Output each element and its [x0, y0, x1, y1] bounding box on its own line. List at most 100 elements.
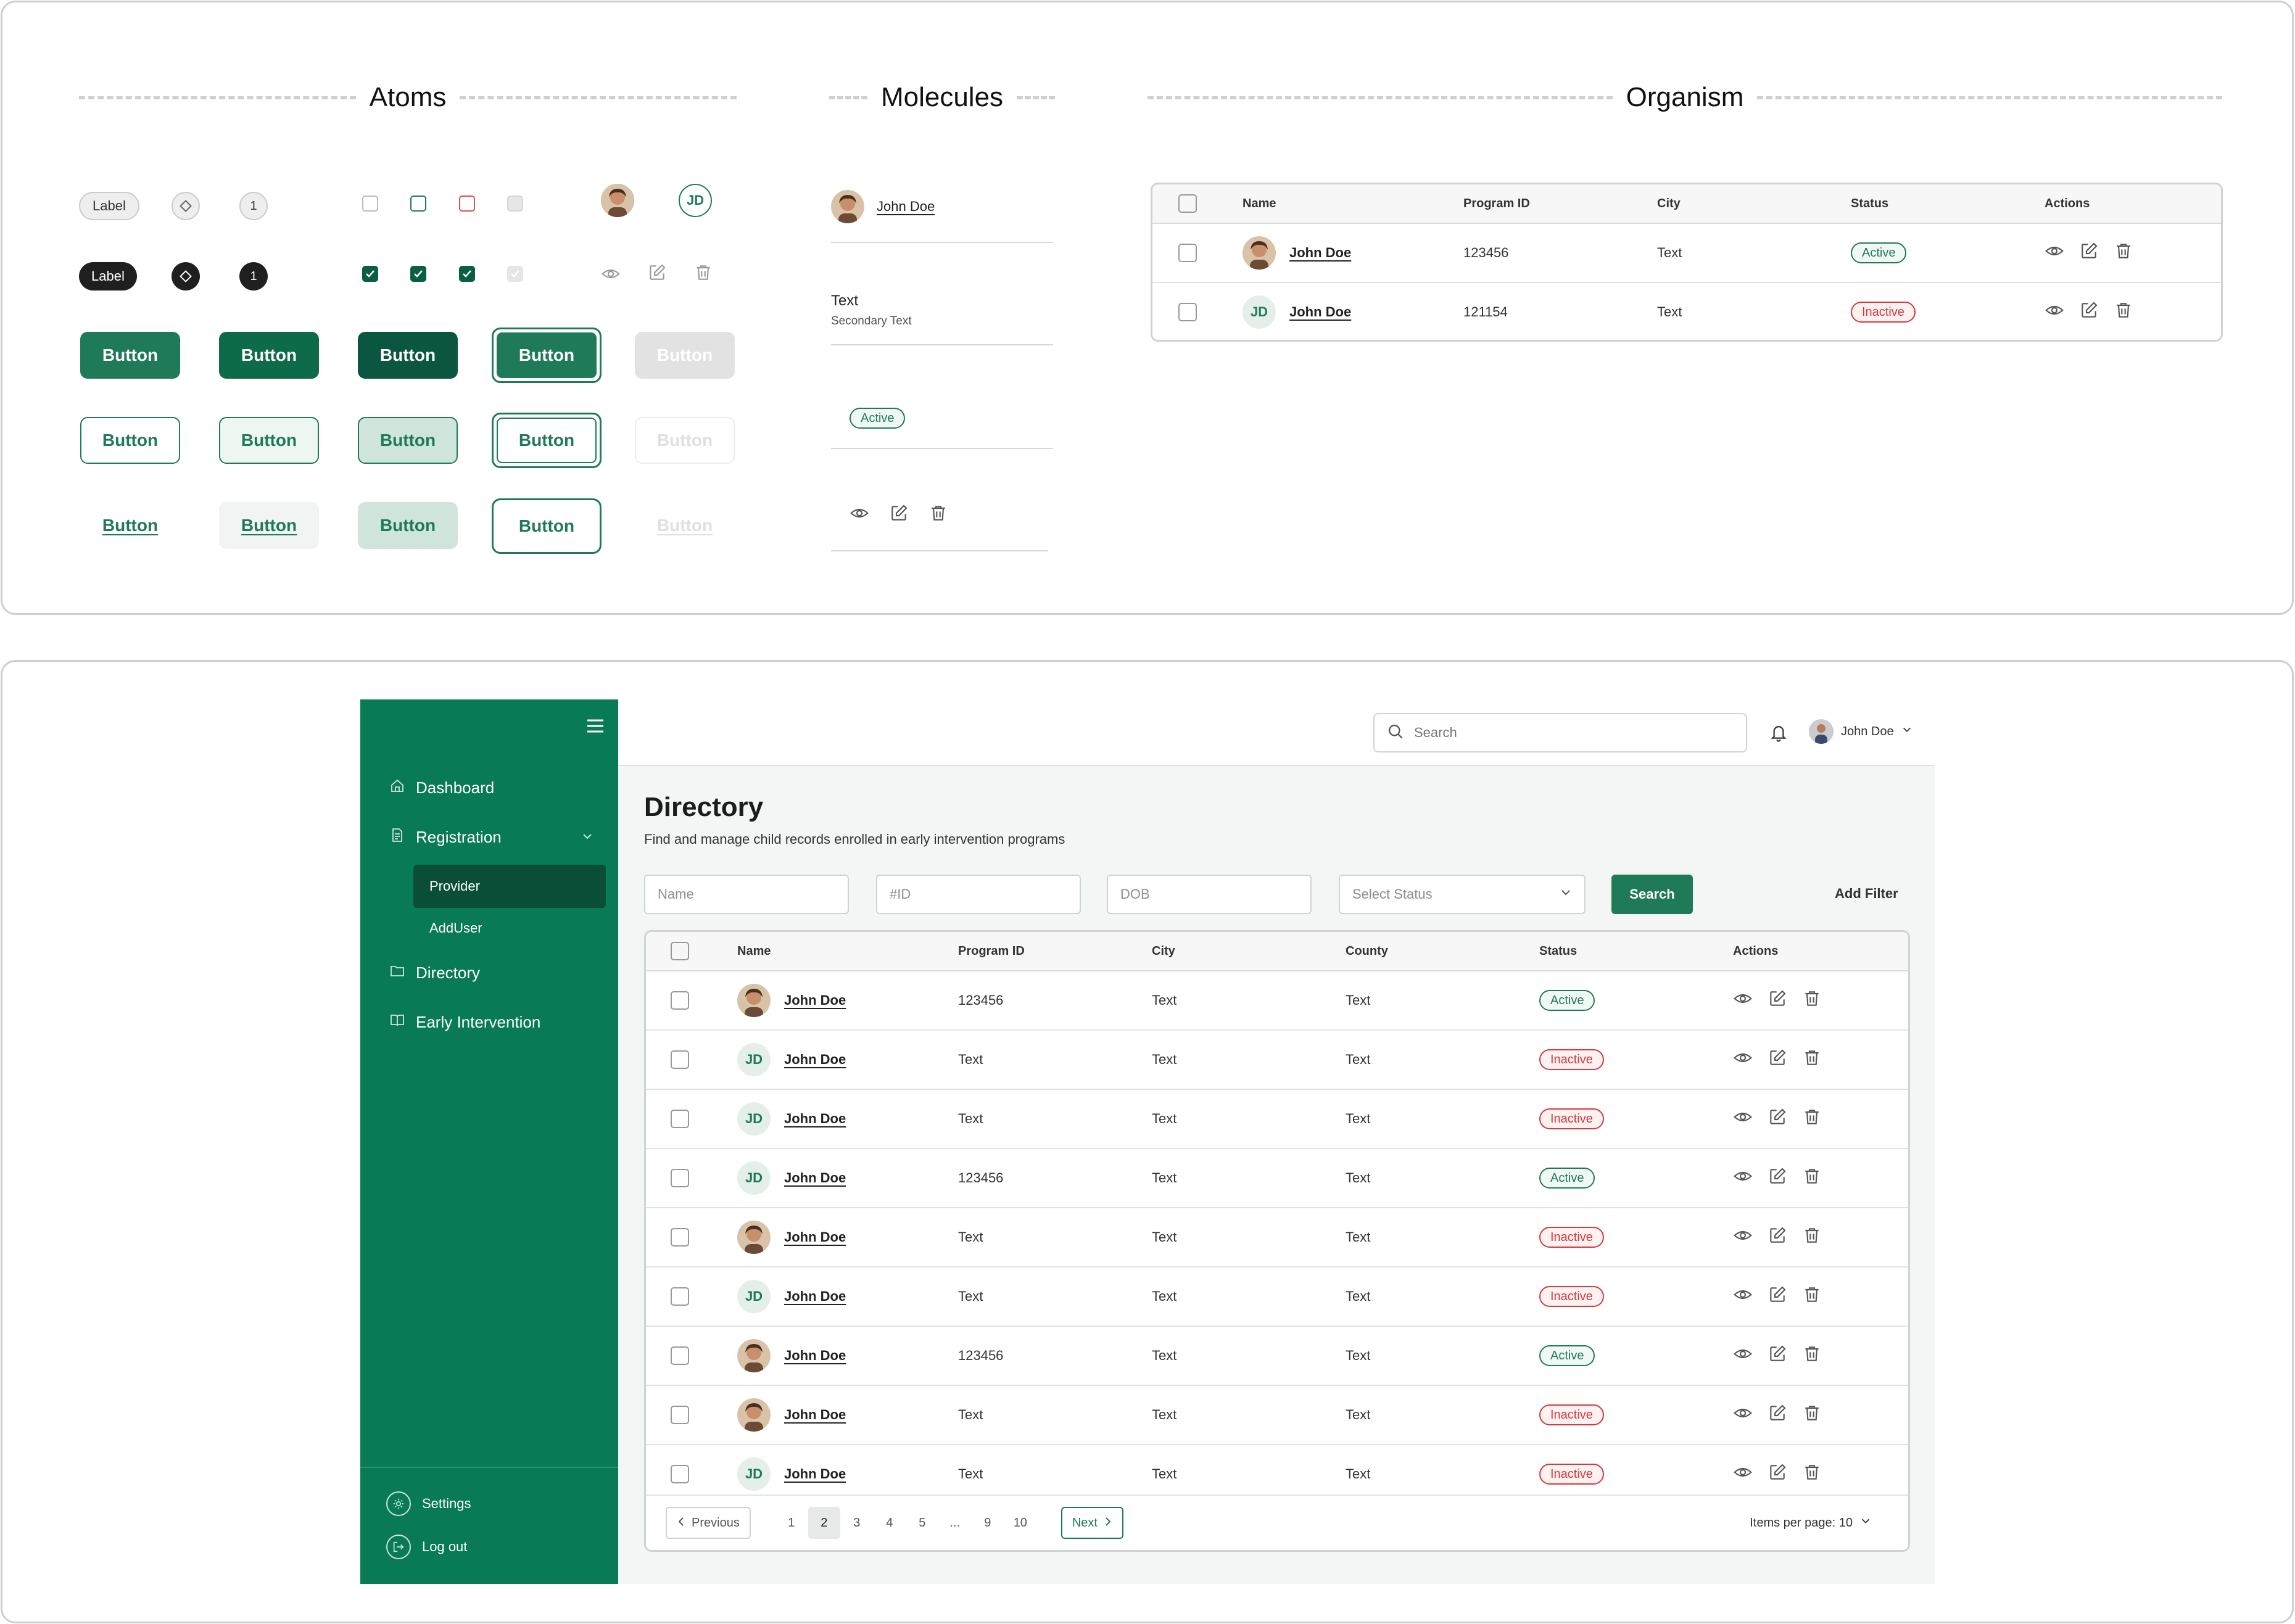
eye-icon[interactable] — [1733, 1285, 1753, 1308]
eye-icon[interactable] — [601, 264, 621, 284]
previous-button[interactable]: Previous — [666, 1507, 751, 1539]
eye-icon[interactable] — [2045, 300, 2064, 324]
eye-icon[interactable] — [1733, 1166, 1753, 1190]
eye-icon[interactable] — [850, 503, 869, 550]
trash-icon[interactable] — [1802, 1048, 1822, 1071]
person-name-link[interactable]: John Doe — [784, 1348, 846, 1364]
trash-icon[interactable] — [1802, 1403, 1822, 1427]
page-number[interactable]: 10 — [1004, 1507, 1036, 1539]
row-checkbox[interactable] — [1178, 244, 1197, 262]
user-menu[interactable]: John Doe — [1809, 719, 1912, 744]
edit-icon[interactable] — [1768, 1107, 1787, 1131]
trash-icon[interactable] — [1802, 1107, 1822, 1131]
sidebar-item-directory[interactable]: Directory — [390, 963, 480, 983]
edit-icon[interactable] — [889, 503, 909, 550]
checkbox-error[interactable] — [459, 196, 475, 212]
sidebar-item-registration[interactable]: Registration — [390, 828, 593, 847]
trash-icon[interactable] — [1802, 989, 1822, 1012]
edit-icon[interactable] — [1768, 1166, 1787, 1190]
edit-icon[interactable] — [1768, 1048, 1787, 1071]
edit-icon[interactable] — [1768, 1344, 1787, 1367]
edit-icon[interactable] — [1768, 989, 1787, 1012]
status-select[interactable]: Select Status — [1339, 875, 1586, 914]
select-all-checkbox[interactable] — [1178, 194, 1197, 213]
trash-icon[interactable] — [928, 503, 948, 550]
person-name-link[interactable]: John Doe — [784, 1407, 846, 1423]
trash-icon[interactable] — [1802, 1166, 1822, 1190]
search-input[interactable] — [1414, 725, 1710, 741]
sidebar-item-dashboard[interactable]: Dashboard — [390, 778, 494, 798]
person-name-link[interactable]: John Doe — [784, 992, 846, 1008]
page-number[interactable]: 3 — [841, 1507, 873, 1539]
button-outline[interactable]: Button — [80, 417, 180, 464]
logout-button[interactable]: Log out — [386, 1535, 467, 1559]
trash-icon[interactable] — [1802, 1285, 1822, 1308]
button-outline-focus[interactable]: Button — [497, 418, 597, 463]
person-name-link[interactable]: John Doe — [784, 1052, 846, 1068]
row-checkbox[interactable] — [671, 1406, 689, 1424]
row-checkbox[interactable] — [671, 1287, 689, 1306]
checkbox-hover[interactable] — [410, 196, 426, 212]
trash-icon[interactable] — [1802, 1462, 1822, 1486]
page-number[interactable]: 1 — [775, 1507, 808, 1539]
button-text[interactable]: Button — [80, 502, 180, 549]
person-name-link[interactable]: John Doe — [1289, 245, 1351, 261]
edit-icon[interactable] — [1768, 1285, 1787, 1308]
row-checkbox[interactable] — [671, 1346, 689, 1365]
trash-icon[interactable] — [2114, 241, 2133, 265]
eye-icon[interactable] — [2045, 241, 2064, 265]
edit-icon[interactable] — [1768, 1226, 1787, 1249]
button-text-hover[interactable]: Button — [219, 502, 319, 549]
person-name-link[interactable]: John Doe — [784, 1229, 846, 1245]
checkbox-checked-focus[interactable] — [459, 266, 475, 282]
person-name-link[interactable]: John Doe — [1289, 304, 1351, 320]
eye-icon[interactable] — [1733, 1344, 1753, 1367]
edit-icon[interactable] — [1768, 1403, 1787, 1427]
person-name-link[interactable]: John Doe — [877, 199, 935, 215]
page-number[interactable]: 4 — [874, 1507, 906, 1539]
edit-icon[interactable] — [2079, 300, 2099, 324]
bell-icon[interactable] — [1769, 723, 1788, 746]
dob-filter-input[interactable]: DOB — [1107, 875, 1312, 914]
page-number[interactable]: 5 — [906, 1507, 938, 1539]
hamburger-icon[interactable] — [586, 718, 605, 737]
sidebar-subitem-adduser[interactable]: AddUser — [429, 920, 482, 936]
trash-icon[interactable] — [2114, 300, 2133, 324]
person-name-link[interactable]: John Doe — [784, 1170, 846, 1186]
button-primary-focus[interactable]: Button — [497, 332, 597, 378]
sidebar-item-early-intervention[interactable]: Early Intervention — [390, 1013, 540, 1032]
button-primary[interactable]: Button — [80, 332, 180, 379]
page-number[interactable]: 2 — [808, 1507, 840, 1539]
edit-icon[interactable] — [647, 263, 667, 282]
row-checkbox[interactable] — [671, 1050, 689, 1069]
page-number[interactable]: ... — [939, 1507, 971, 1539]
button-outline-pressed[interactable]: Button — [358, 417, 458, 464]
edit-icon[interactable] — [1768, 1462, 1787, 1486]
button-text-focus[interactable]: Button — [492, 498, 602, 554]
person-name-link[interactable]: John Doe — [784, 1288, 846, 1305]
eye-icon[interactable] — [1733, 1403, 1753, 1427]
row-checkbox[interactable] — [671, 1228, 689, 1247]
edit-icon[interactable] — [2079, 241, 2099, 265]
person-name-link[interactable]: John Doe — [784, 1111, 846, 1127]
id-filter-input[interactable]: #ID — [876, 875, 1081, 914]
person-name-link[interactable]: John Doe — [784, 1466, 846, 1482]
eye-icon[interactable] — [1733, 1107, 1753, 1131]
name-filter-input[interactable]: Name — [644, 875, 849, 914]
trash-icon[interactable] — [693, 263, 713, 282]
button-primary-hover[interactable]: Button — [219, 332, 319, 379]
add-filter-button[interactable]: Add Filter — [1835, 886, 1898, 902]
sidebar-subitem-provider[interactable]: Provider — [413, 865, 606, 908]
row-checkbox[interactable] — [1178, 303, 1197, 321]
checkbox-default[interactable] — [362, 196, 378, 212]
next-button[interactable]: Next — [1061, 1507, 1123, 1539]
checkbox-checked-hover[interactable] — [410, 266, 426, 282]
trash-icon[interactable] — [1802, 1226, 1822, 1249]
row-checkbox[interactable] — [671, 991, 689, 1010]
row-checkbox[interactable] — [671, 1465, 689, 1483]
search-box[interactable] — [1373, 713, 1747, 752]
eye-icon[interactable] — [1733, 1462, 1753, 1486]
settings-button[interactable]: Settings — [386, 1491, 471, 1516]
select-all-checkbox[interactable] — [671, 942, 689, 960]
page-number[interactable]: 9 — [972, 1507, 1004, 1539]
